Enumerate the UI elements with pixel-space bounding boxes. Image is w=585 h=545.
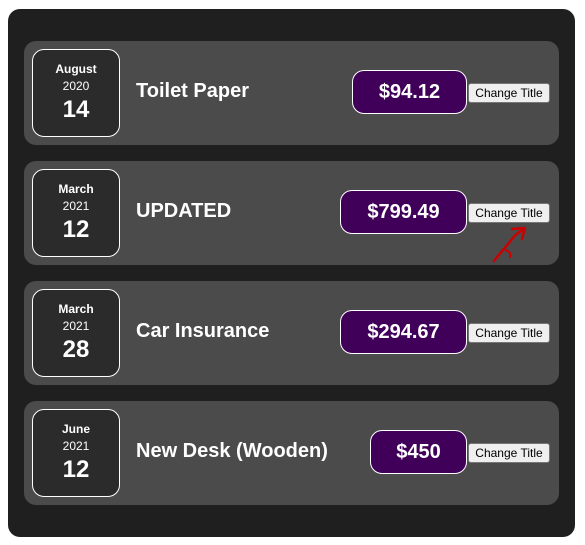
expense-amount: $294.67 xyxy=(340,310,467,354)
expense-title: Car Insurance xyxy=(136,320,270,342)
hand-drawn-arrow-icon xyxy=(492,226,527,263)
expense-amount: $799.49 xyxy=(340,190,467,234)
expense-date-month: June xyxy=(61,422,90,436)
expense-title: Toilet Paper xyxy=(136,80,249,102)
expense-date-day: 12 xyxy=(62,456,90,483)
expense-date-month: August xyxy=(55,62,97,76)
expense-item: August 2020 14 Toilet Paper $94.12 Chang… xyxy=(24,41,559,145)
expense-date-month: March xyxy=(58,302,94,316)
expense-amount: $94.12 xyxy=(352,70,467,114)
expense-title: UPDATED xyxy=(136,200,232,222)
expense-item: March 2021 28 Car Insurance $294.67 Chan… xyxy=(24,281,559,385)
expense-date: June 2021 12 xyxy=(32,409,120,497)
expense-item: March 2021 12 UPDATED $799.49 Change Tit… xyxy=(24,161,559,265)
expenses-panel: August 2020 14 Toilet Paper $94.12 Chang… xyxy=(8,9,575,537)
expense-date-day: 28 xyxy=(62,336,90,363)
expense-title: New Desk (Wooden) xyxy=(136,440,328,462)
expense-amount: $450 xyxy=(370,430,467,474)
expense-date-day: 12 xyxy=(62,216,90,243)
expense-date-month: March xyxy=(58,182,94,196)
expense-date-year: 2021 xyxy=(62,319,90,333)
expense-date-year: 2021 xyxy=(62,439,90,453)
expense-date-day: 14 xyxy=(62,96,90,123)
change-title-button[interactable]: Change Title xyxy=(468,443,550,463)
expense-date: March 2021 12 xyxy=(32,169,120,257)
expense-date: March 2021 28 xyxy=(32,289,120,377)
expense-date: August 2020 14 xyxy=(32,49,120,137)
expense-date-year: 2021 xyxy=(62,199,90,213)
change-title-button[interactable]: Change Title xyxy=(468,203,550,223)
expense-item: June 2021 12 New Desk (Wooden) $450 Chan… xyxy=(24,401,559,505)
change-title-button[interactable]: Change Title xyxy=(468,323,550,343)
expense-date-year: 2020 xyxy=(62,79,90,93)
change-title-button[interactable]: Change Title xyxy=(468,83,550,103)
